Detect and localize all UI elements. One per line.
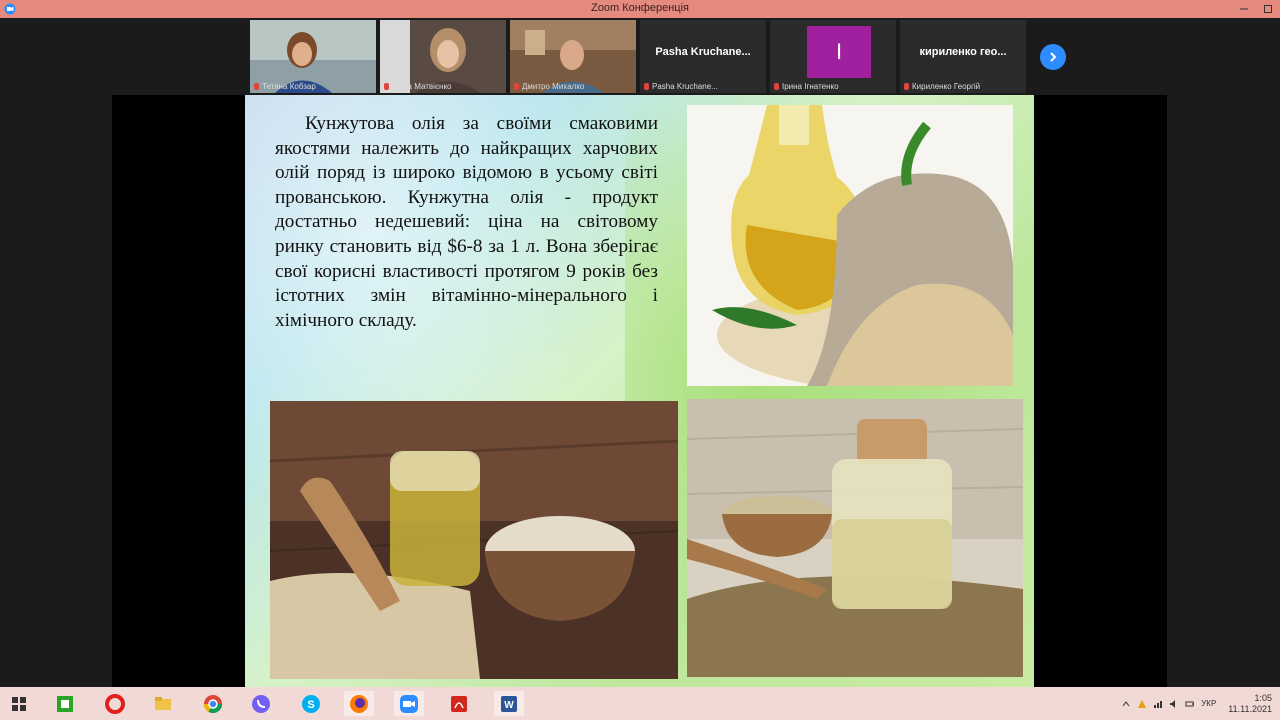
taskbar-app[interactable]: [394, 691, 424, 716]
minimize-icon: [1240, 8, 1248, 10]
next-participants-button[interactable]: [1040, 44, 1066, 70]
clock-date: 11.11.2021: [1228, 703, 1272, 714]
word-icon: W: [501, 695, 517, 712]
start-button[interactable]: [4, 691, 34, 716]
chevron-up-icon[interactable]: [1121, 699, 1131, 709]
participant-display-name: кириленко гео...: [919, 46, 1007, 58]
slide-paragraph: Кунжутова олія за своїми смаковими якост…: [275, 113, 658, 331]
clock-time: 1:05: [1254, 692, 1272, 703]
minimize-button[interactable]: [1232, 0, 1256, 18]
taskbar-app[interactable]: [148, 691, 178, 716]
participant-name: Pasha Kruchane...: [652, 82, 718, 91]
maximize-icon: [1264, 5, 1272, 13]
battery-icon[interactable]: [1185, 699, 1195, 709]
mic-muted-icon: [774, 83, 779, 91]
system-tray: УКР 1:05 11.11.2021: [1121, 687, 1272, 720]
clock[interactable]: 1:05 11.11.2021: [1228, 693, 1272, 715]
participant-tile[interactable]: Тетяна Кобзар: [250, 20, 376, 93]
opera-icon: [105, 693, 125, 714]
avatar: I: [807, 26, 871, 78]
participant-tile[interactable]: кириленко гео... Кириленко Георгій: [900, 20, 1026, 93]
chrome-icon: [204, 694, 222, 713]
participant-tile[interactable]: Дмитро Михалко: [510, 20, 636, 93]
participant-name: Ірина Матвієнко: [392, 82, 452, 91]
taskbar-app[interactable]: [444, 691, 474, 716]
participant-display-name: Pasha Kruchane...: [655, 46, 751, 58]
explorer-icon: [155, 696, 171, 710]
file-manager-icon: [57, 695, 73, 712]
participant-tile[interactable]: Pasha Kruchane... Pasha Kruchane...: [640, 20, 766, 93]
sesame-oil-jar-and-bowl-photo: [270, 401, 678, 679]
skype-icon: S: [302, 694, 320, 713]
warning-icon[interactable]: [1137, 699, 1147, 709]
sesame-oil-cork-jar-photo: [687, 399, 1023, 677]
mic-muted-icon: [514, 83, 519, 91]
participant-name: Кириленко Георгій: [912, 82, 981, 91]
window-titlebar: Zoom Конференція: [0, 0, 1280, 18]
maximize-button[interactable]: [1256, 0, 1280, 18]
participants-strip: Тетяна Кобзар Ірина Матвієнко Дмитро Мих…: [0, 18, 1280, 95]
zoom-icon: [400, 694, 418, 713]
participant-name: Ірина Ігнатенко: [782, 82, 839, 91]
taskbar-app[interactable]: [246, 691, 276, 716]
firefox-icon: [350, 694, 368, 713]
taskbar-app[interactable]: [344, 691, 374, 716]
participant-name: Тетяна Кобзар: [262, 82, 316, 91]
svg-text:S: S: [307, 699, 314, 711]
acrobat-icon: [451, 695, 467, 712]
window-title: Zoom Конференція: [591, 2, 689, 14]
mic-muted-icon: [904, 83, 909, 91]
participant-tile[interactable]: Ірина Матвієнко: [380, 20, 506, 93]
sesame-oil-bottle-and-sack-photo: [687, 105, 1013, 386]
mic-muted-icon: [644, 83, 649, 91]
mic-muted-icon: [254, 83, 259, 91]
network-icon[interactable]: [1153, 699, 1163, 709]
viber-icon: [252, 694, 270, 713]
taskbar-app[interactable]: S: [296, 691, 326, 716]
participant-tile[interactable]: I Ірина Ігнатенко: [770, 20, 896, 93]
windows-taskbar: S W УКР 1:05 11.11.2021: [0, 687, 1280, 720]
chevron-right-icon: [1050, 52, 1057, 62]
taskbar-app[interactable]: [198, 691, 228, 716]
taskbar-app[interactable]: [50, 691, 80, 716]
taskbar-app[interactable]: [100, 691, 130, 716]
language-indicator[interactable]: УКР: [1201, 699, 1216, 708]
presentation-slide: Кунжутова олія за своїми смаковими якост…: [245, 95, 1034, 687]
svg-text:W: W: [504, 700, 514, 711]
participant-name: Дмитро Михалко: [522, 82, 585, 91]
taskbar-app[interactable]: W: [494, 691, 524, 716]
windows-start-icon: [12, 696, 26, 711]
volume-icon[interactable]: [1169, 699, 1179, 709]
mic-muted-icon: [384, 83, 389, 91]
